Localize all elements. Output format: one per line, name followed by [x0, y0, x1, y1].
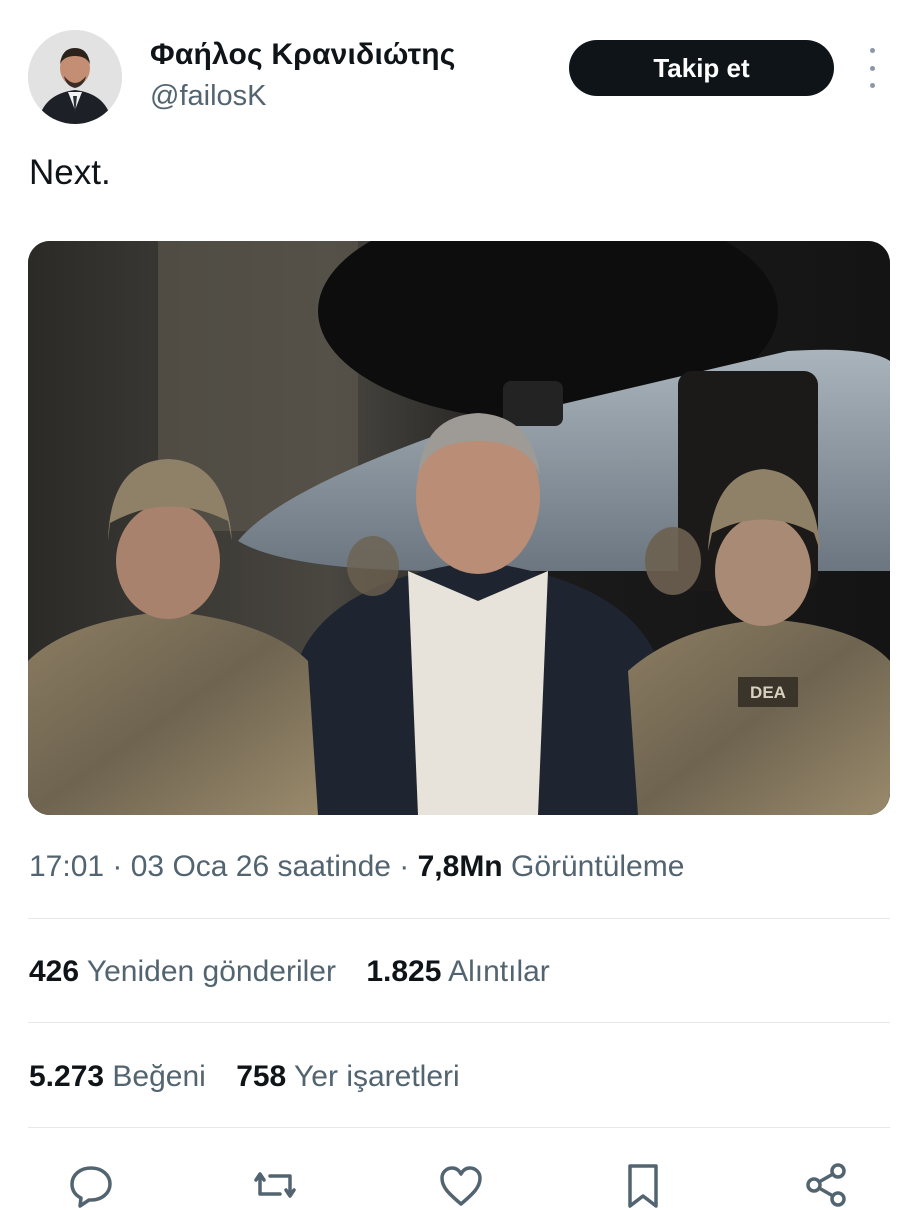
share-icon[interactable] [802, 1160, 852, 1210]
divider [28, 1127, 890, 1128]
repost-icon[interactable] [250, 1160, 300, 1210]
tweet-date[interactable]: 03 Oca 26 saatinde [131, 850, 391, 883]
quotes-stat[interactable]: 1.825 Alıntılar [366, 955, 549, 989]
reply-icon[interactable] [66, 1160, 116, 1210]
stats-row-reposts: 426 Yeniden gönderiler 1.825 Alıntılar [29, 955, 550, 989]
tweet-meta: 17:01 · 03 Oca 26 saatinde · 7,8Mn Görün… [29, 850, 684, 884]
meta-separator: · [112, 850, 131, 883]
user-handle[interactable]: @failosK [150, 80, 266, 113]
avatar[interactable] [28, 30, 122, 124]
views-count: 7,8Mn [417, 850, 503, 883]
quotes-label: Alıntılar [448, 955, 550, 988]
likes-count: 5.273 [29, 1060, 105, 1093]
bookmarks-label: Yer işaretleri [294, 1060, 460, 1093]
divider [28, 918, 890, 919]
more-vertical-icon[interactable] [860, 48, 884, 88]
stats-row-likes: 5.273 Beğeni 758 Yer işaretleri [29, 1060, 460, 1094]
follow-button[interactable]: Takip et [569, 40, 834, 96]
avatar-image [28, 30, 122, 124]
views-label: Görüntüleme [510, 850, 685, 883]
reposts-label: Yeniden gönderiler [86, 955, 336, 988]
likes-label: Beğeni [112, 1060, 206, 1093]
likes-stat[interactable]: 5.273 Beğeni [29, 1060, 206, 1094]
tweet-header: Φαήλος Κρανιδιώτης @failosK Takip et [0, 0, 918, 130]
tweet-text: Next. [29, 153, 111, 192]
tweet-time[interactable]: 17:01 [29, 850, 104, 883]
reposts-stat[interactable]: 426 Yeniden gönderiler [29, 955, 336, 989]
bookmarks-stat[interactable]: 758 Yer işaretleri [236, 1060, 460, 1094]
quotes-count: 1.825 [366, 955, 442, 988]
display-name[interactable]: Φαήλος Κρανιδιώτης [150, 38, 456, 72]
divider [28, 1022, 890, 1023]
tweet-media-image[interactable]: DEA [28, 241, 890, 815]
bookmarks-count: 758 [236, 1060, 287, 1093]
dea-patch-text: DEA [750, 683, 786, 702]
bookmark-icon[interactable] [618, 1160, 668, 1210]
reposts-count: 426 [29, 955, 80, 988]
tweet-action-bar [0, 1150, 918, 1208]
media-photo: DEA [28, 241, 890, 815]
like-icon[interactable] [436, 1160, 486, 1210]
meta-separator: · [399, 850, 418, 883]
